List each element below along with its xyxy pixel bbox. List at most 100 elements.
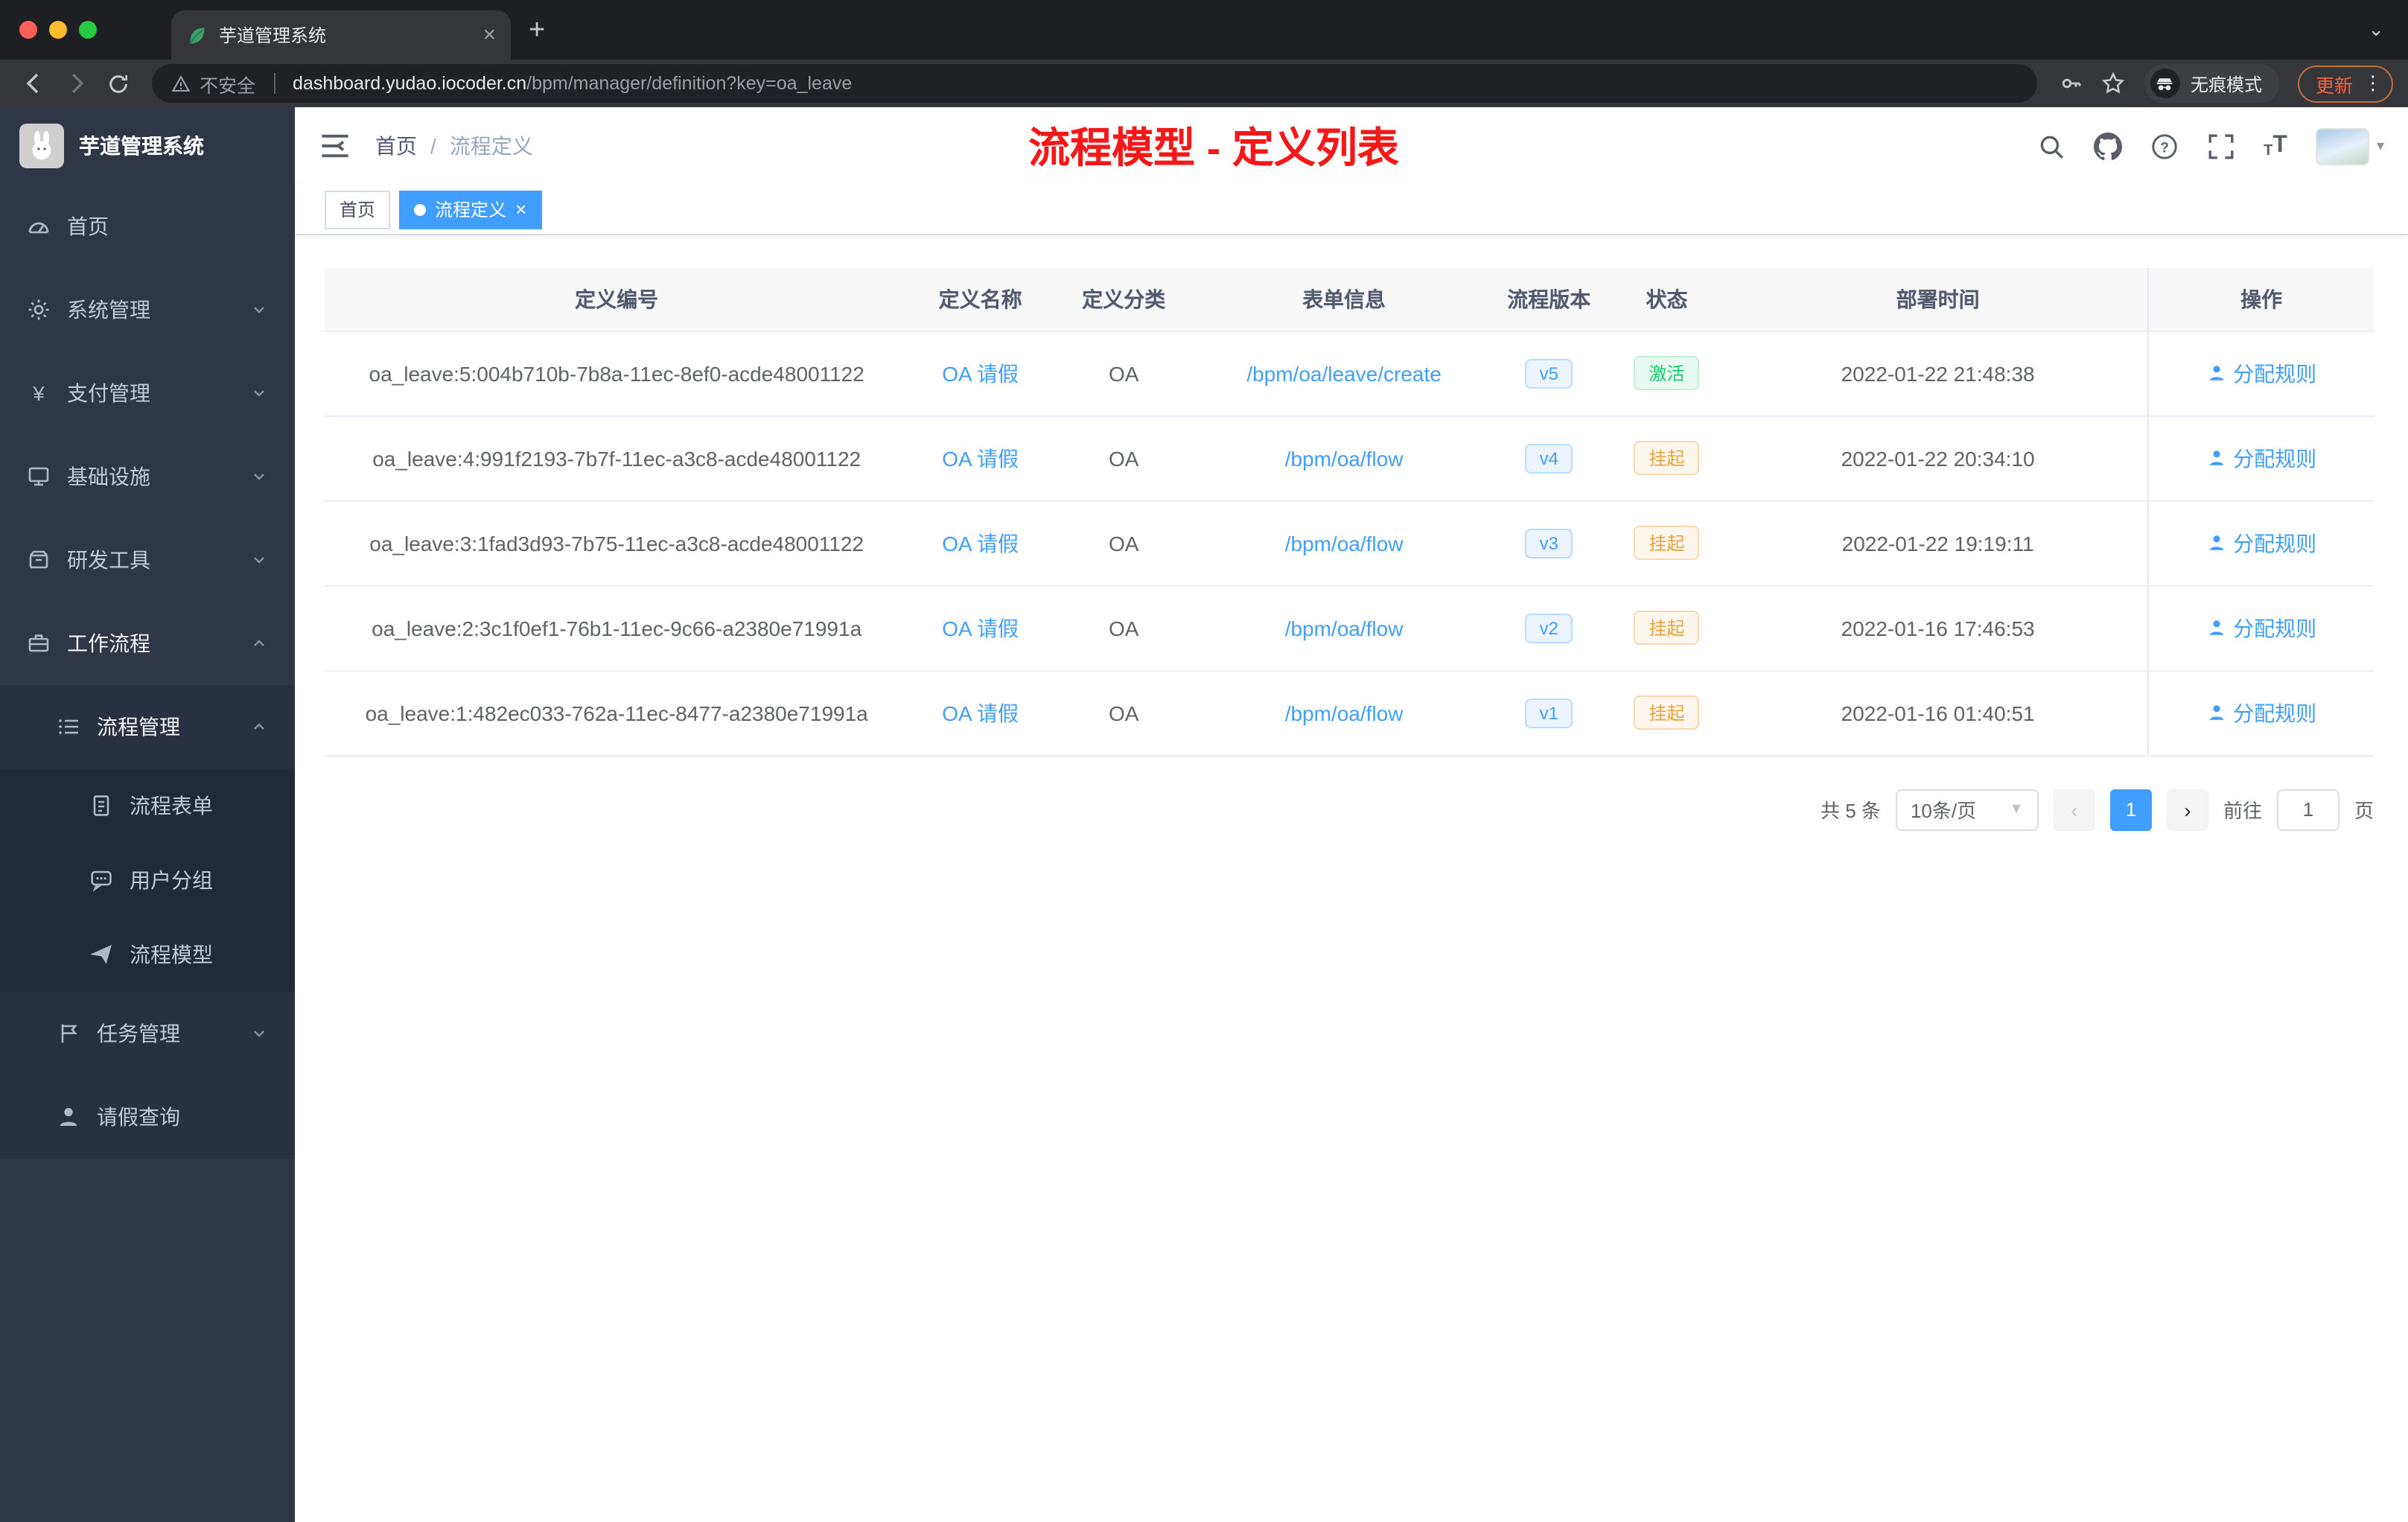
definition-category: OA	[1051, 500, 1196, 586]
browser-tabstrip: 芋道管理系统 × + ⌄	[0, 0, 2408, 60]
insecure-warning-icon	[171, 74, 191, 93]
user-icon	[2208, 535, 2223, 550]
assign-rule-link[interactable]: 分配规则	[2206, 443, 2316, 473]
app-title: 芋道管理系统	[79, 134, 204, 158]
chevron-down-icon: ▼	[2009, 801, 2024, 818]
briefcase-icon	[27, 631, 51, 655]
github-icon[interactable]	[2094, 132, 2123, 160]
definition-name-link[interactable]: OA 请假	[942, 446, 1019, 470]
new-tab-button[interactable]: +	[529, 16, 545, 44]
col-header-id: 定义编号	[325, 268, 909, 331]
page-size-select[interactable]: 10条/页 ▼	[1895, 789, 2039, 830]
form-info-link[interactable]: /bpm/oa/flow	[1285, 446, 1404, 470]
sidebar-item-process-form[interactable]: 流程表单	[0, 768, 295, 843]
definition-category: OA	[1051, 415, 1196, 501]
form-info-link[interactable]: /bpm/oa/leave/create	[1246, 361, 1442, 385]
sidebar-item-system[interactable]: 系统管理	[0, 268, 295, 351]
chevron-up-icon	[254, 640, 264, 646]
assign-rule-link[interactable]: 分配规则	[2206, 358, 2316, 388]
definition-name-link[interactable]: OA 请假	[942, 531, 1019, 555]
sidebar-item-payment[interactable]: ¥ 支付管理	[0, 351, 295, 435]
form-info-link[interactable]: /bpm/oa/flow	[1285, 616, 1404, 640]
breadcrumb-separator: /	[430, 134, 436, 158]
user-menu[interactable]: ▾	[2315, 127, 2384, 165]
version-badge: v2	[1524, 613, 1573, 643]
chevron-down-icon	[254, 307, 264, 313]
page-number-current[interactable]: 1	[2109, 789, 2152, 830]
sidebar-item-task-mgmt[interactable]: 任务管理	[0, 992, 295, 1075]
chat-icon	[89, 868, 113, 892]
help-icon[interactable]: ?	[2150, 132, 2179, 160]
address-bar[interactable]: 不安全 dashboard.yudao.iocoder.cn/bpm/manag…	[152, 64, 2037, 103]
sidebar-item-user-group[interactable]: 用户分组	[0, 843, 295, 917]
definition-name-link[interactable]: OA 请假	[942, 701, 1019, 725]
definition-category: OA	[1051, 585, 1196, 671]
bookmark-star-icon[interactable]	[2094, 64, 2133, 103]
table-row: oa_leave:3:1fad3d93-7b75-11ec-a3c8-acde4…	[325, 500, 2374, 586]
window-controls	[19, 21, 97, 39]
update-label: 更新	[2315, 75, 2353, 96]
sidebar-item-leave-query[interactable]: 请假查询	[0, 1075, 295, 1159]
table-row: oa_leave:2:3c1f0ef1-76b1-11ec-9c66-a2380…	[325, 585, 2374, 671]
chevron-down-icon	[254, 474, 264, 480]
incognito-icon	[2150, 69, 2180, 98]
browser-tab[interactable]: 芋道管理系统 ×	[171, 10, 511, 60]
status-badge: 挂起	[1634, 441, 1700, 475]
sidebar-item-label: 用户分组	[130, 868, 213, 892]
user-icon	[2208, 450, 2223, 465]
version-badge: v4	[1524, 443, 1573, 473]
sidebar-item-home[interactable]: 首页	[0, 185, 295, 268]
url-host: dashboard.yudao.iocoder.cn	[293, 73, 527, 94]
hamburger-icon[interactable]	[319, 130, 351, 162]
sidebar-item-process-mgmt[interactable]: 流程管理	[0, 685, 295, 768]
deploy-time: 2022-01-22 19:19:11	[1728, 500, 2149, 586]
sidebar-item-process-model[interactable]: 流程模型	[0, 917, 295, 992]
tab-search-chevron-icon[interactable]: ⌄	[2368, 18, 2384, 42]
paper-plane-icon	[89, 943, 113, 967]
definition-name-link[interactable]: OA 请假	[942, 616, 1019, 640]
sidebar-item-workflow[interactable]: 工作流程	[0, 602, 295, 685]
tag-close-icon[interactable]: ×	[515, 200, 526, 219]
font-size-icon[interactable]: TT	[2264, 133, 2287, 159]
prev-page-button[interactable]: ‹	[2053, 789, 2095, 830]
assign-rule-link[interactable]: 分配规则	[2206, 698, 2316, 727]
minimize-window-button[interactable]	[49, 21, 67, 39]
forward-icon[interactable]	[57, 64, 95, 103]
user-icon	[2208, 366, 2223, 380]
key-icon[interactable]	[2052, 64, 2091, 103]
deploy-time: 2022-01-22 21:48:38	[1728, 331, 2149, 416]
form-info-link[interactable]: /bpm/oa/flow	[1285, 701, 1404, 725]
definition-name-link[interactable]: OA 请假	[942, 361, 1019, 385]
page-size-value: 10条/页	[1910, 800, 1977, 822]
tab-close-icon[interactable]: ×	[482, 24, 496, 46]
assign-rule-link[interactable]: 分配规则	[2206, 528, 2316, 558]
caret-down-icon: ▾	[2376, 138, 2384, 154]
tag-home[interactable]: 首页	[325, 190, 391, 229]
chevron-down-icon	[254, 557, 264, 564]
breadcrumb-home[interactable]: 首页	[375, 131, 417, 161]
assign-rule-link[interactable]: 分配规则	[2206, 613, 2316, 643]
goto-page-input[interactable]	[2276, 789, 2339, 830]
next-page-button[interactable]: ›	[2166, 789, 2208, 830]
sidebar-item-devtools[interactable]: 研发工具	[0, 518, 295, 602]
close-window-button[interactable]	[19, 21, 37, 39]
update-button[interactable]: 更新 ⋮	[2297, 65, 2393, 102]
search-icon[interactable]	[2037, 132, 2065, 160]
main-panel: 首页 / 流程定义 流程模型 - 定义列表 ? T T ▾ 首页 流程定义 × …	[295, 107, 2408, 1522]
sidebar-item-infra[interactable]: 基础设施	[0, 435, 295, 518]
form-info-link[interactable]: /bpm/oa/flow	[1285, 531, 1404, 555]
goto-label: 前往	[2223, 800, 2262, 822]
tag-process-definition[interactable]: 流程定义 ×	[399, 190, 542, 229]
maximize-window-button[interactable]	[79, 21, 97, 39]
page-unit-label: 页	[2354, 800, 2374, 822]
sidebar-item-label: 系统管理	[67, 298, 150, 322]
incognito-badge[interactable]: 无痕模式	[2144, 64, 2280, 103]
back-icon[interactable]	[15, 64, 54, 103]
definition-id: oa_leave:4:991f2193-7b7f-11ec-a3c8-acde4…	[325, 415, 909, 501]
browser-menu-icon[interactable]: ⋮	[2363, 71, 2383, 95]
fullscreen-icon[interactable]	[2207, 132, 2235, 160]
reload-icon[interactable]	[98, 64, 137, 103]
tab-title: 芋道管理系统	[219, 25, 327, 46]
definition-id: oa_leave:5:004b710b-7b8a-11ec-8ef0-acde4…	[325, 331, 909, 416]
sidebar-item-label: 首页	[67, 214, 109, 238]
